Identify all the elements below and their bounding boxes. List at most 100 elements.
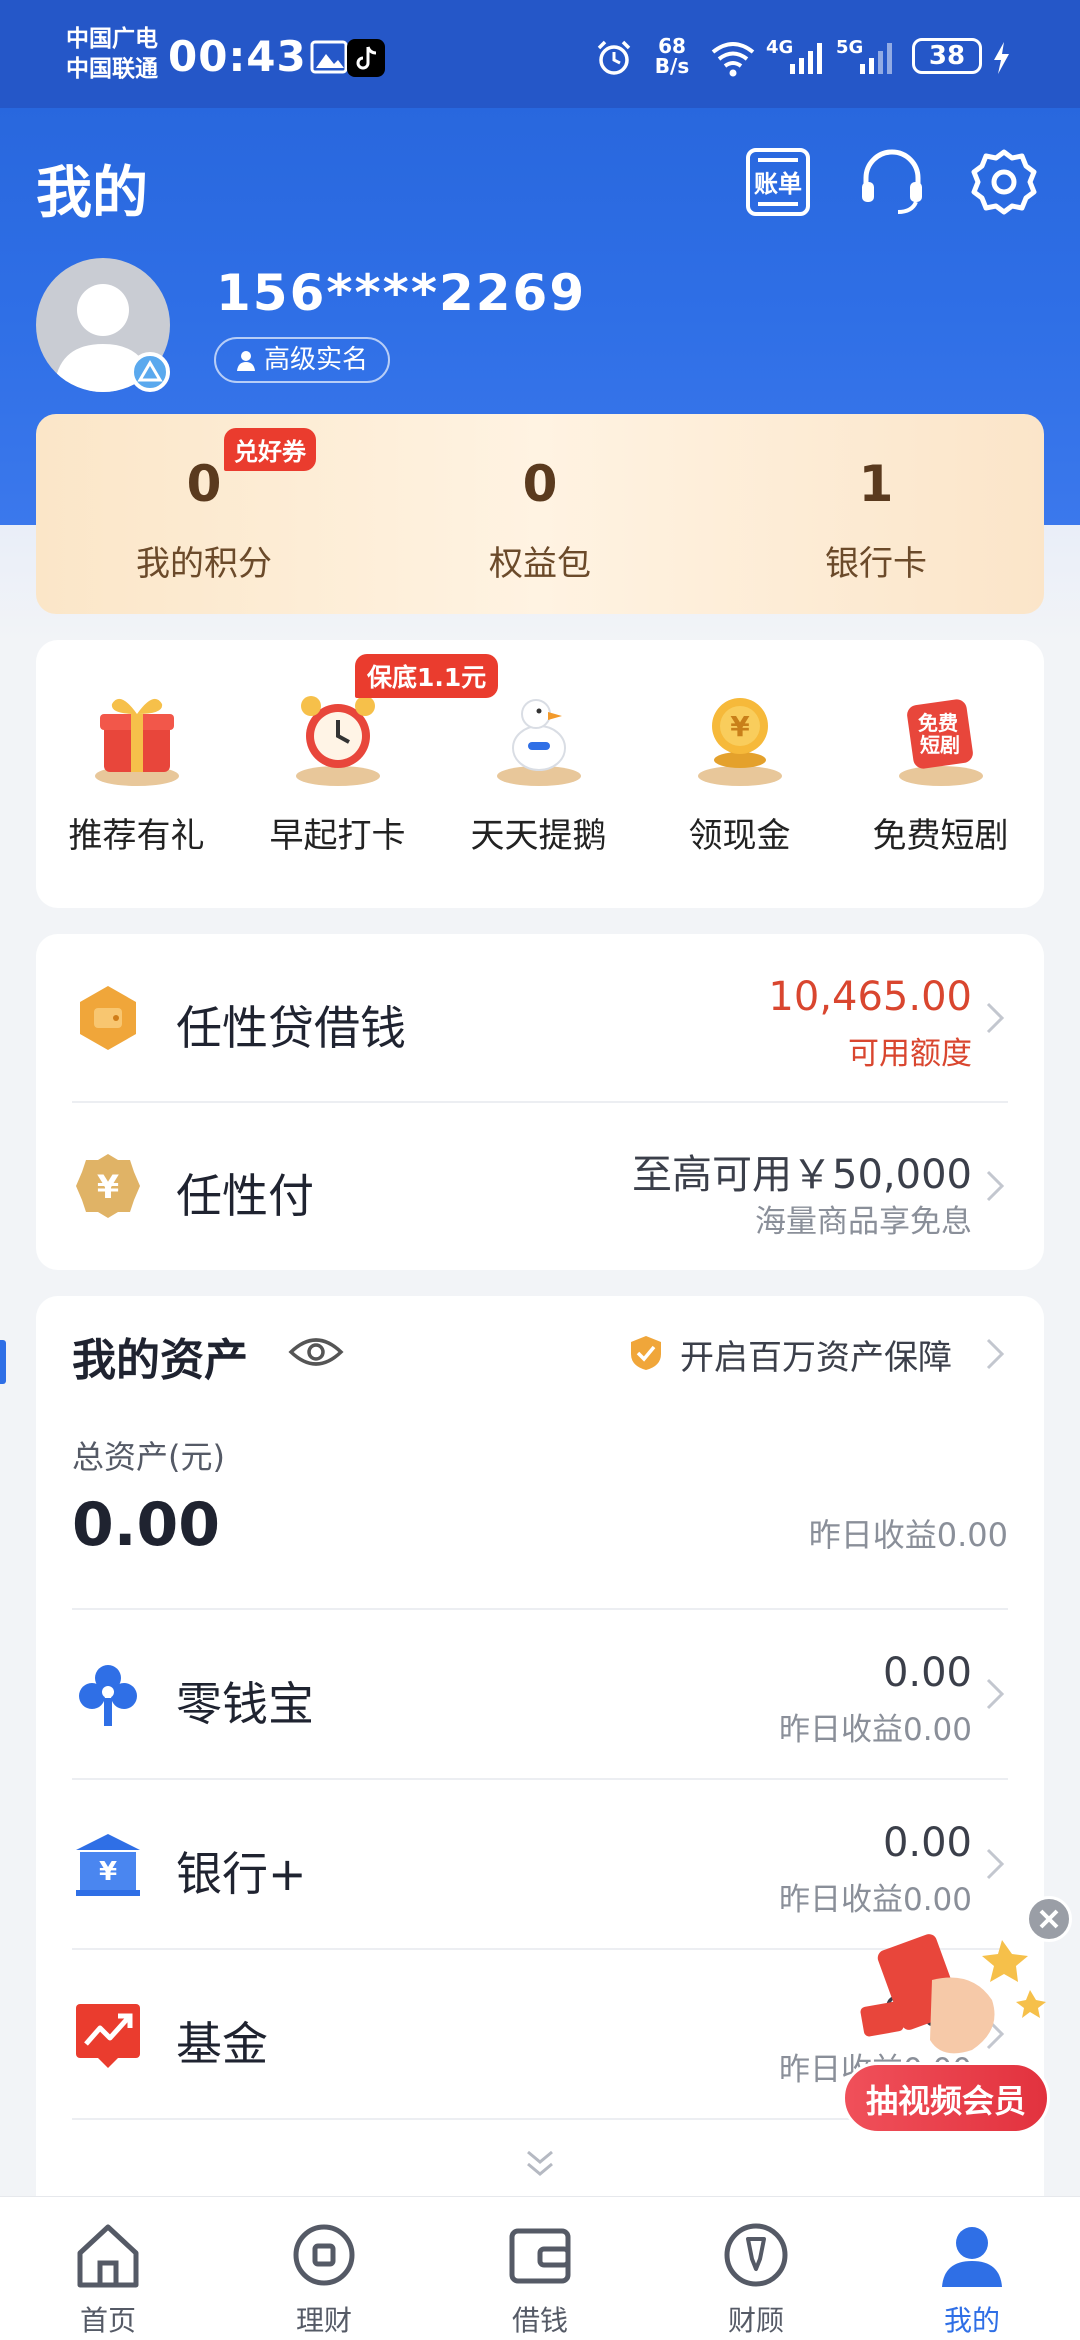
drama-icon-text-2: 短剧 xyxy=(920,733,960,757)
loan-title: 任性贷借钱 xyxy=(176,1001,406,1055)
feature-label: 免费短剧 xyxy=(872,816,1009,856)
svg-text:¥: ¥ xyxy=(730,710,750,743)
chevron-right-icon xyxy=(986,1170,1005,1202)
wifi-icon xyxy=(711,42,755,77)
asset-value: 0.00 xyxy=(882,1650,972,1696)
advisor-icon xyxy=(724,2223,788,2287)
gear-icon xyxy=(971,149,1037,215)
charging-icon xyxy=(994,42,1009,74)
checkin-reward-badge: 保底1.1元 xyxy=(355,654,499,698)
tab-borrow[interactable]: 借钱 xyxy=(432,2219,648,2339)
clover-icon xyxy=(79,1665,137,1726)
feature-checkin[interactable]: 早起打卡 xyxy=(237,680,438,857)
features-card: 推荐有礼 早起打卡 天天提鹅 ¥ 领现金 免费 短剧 免费短剧 xyxy=(36,640,1044,908)
yuan-badge-icon: ¥ xyxy=(76,1154,140,1218)
loan-amount-label: 可用额度 xyxy=(848,1036,972,1072)
asset-earnings: 昨日收益0.00 xyxy=(778,1882,972,1918)
section-indicator xyxy=(0,1340,6,1384)
signal-5g-icon xyxy=(860,43,892,74)
assets-title: 我的资产 xyxy=(72,1335,248,1386)
chevron-right-icon xyxy=(986,1678,1005,1710)
benefits-item[interactable]: 0 权益包 xyxy=(372,454,708,585)
battery-indicator: 38 xyxy=(912,38,982,74)
loan-row-renxingfu[interactable]: ¥ 任性付 至高可用￥50,000 海量商品享免息 xyxy=(36,1102,1044,1270)
eye-icon[interactable] xyxy=(288,1334,344,1370)
asset-protection-label: 开启百万资产保障 xyxy=(680,1338,952,1378)
video-membership-promo-button[interactable]: 抽视频会员 xyxy=(842,2062,1050,2134)
clock: 00:43 xyxy=(168,32,307,81)
asset-title: 零钱宝 xyxy=(176,1677,314,1731)
drama-icon-text: 免费 xyxy=(918,711,958,735)
headset-icon xyxy=(862,149,922,214)
signal-4g-icon xyxy=(790,43,822,74)
status-bar: 中国广电 中国联通 00:43 68 B/s 4G 5G 38 xyxy=(0,0,1080,108)
tab-label: 首页 xyxy=(79,2304,136,2337)
customer-service-button[interactable] xyxy=(856,146,928,218)
goose-icon xyxy=(496,699,581,786)
feature-label: 推荐有礼 xyxy=(68,816,205,856)
loan-title: 任性付 xyxy=(176,1169,314,1223)
points-item[interactable]: 0 我的积分 xyxy=(36,454,372,585)
feature-label: 领现金 xyxy=(688,816,791,856)
asset-row-lingqianbao[interactable]: 零钱宝 0.00 昨日收益0.00 xyxy=(36,1610,1044,1778)
gift-icon xyxy=(94,698,179,786)
carrier-1: 中国广电 xyxy=(66,26,158,52)
svg-text:¥: ¥ xyxy=(99,1857,117,1887)
phone-number[interactable]: 156****2269 xyxy=(216,264,586,322)
promo-close-button[interactable] xyxy=(1026,1896,1072,1942)
carrier-info: 中国广电 中国联通 xyxy=(66,24,158,84)
chevron-right-icon xyxy=(986,1848,1005,1880)
asset-protection-link[interactable]: 开启百万资产保障 xyxy=(628,1330,1008,1378)
member-level-badge xyxy=(130,352,170,392)
coupon-tag: 兑好券 xyxy=(224,428,316,471)
tab-advisor[interactable]: 财顾 xyxy=(648,2219,864,2339)
tab-label: 借钱 xyxy=(511,2304,568,2337)
chevron-right-icon xyxy=(986,1338,1005,1370)
page-title: 我的 xyxy=(36,161,148,226)
feature-cash[interactable]: ¥ 领现金 xyxy=(639,680,840,857)
net-speed-unit: B/s xyxy=(654,54,690,78)
loans-card: 任性贷借钱 10,465.00 可用额度 ¥ 任性付 至高可用￥50,000 海… xyxy=(36,934,1044,1270)
fund-trend-icon xyxy=(76,2004,140,2068)
alarm-icon xyxy=(597,40,631,75)
bill-button[interactable]: 账单 xyxy=(742,146,814,218)
feature-goose[interactable]: 天天提鹅 xyxy=(438,680,639,857)
home-icon xyxy=(77,2224,139,2288)
net-speed: 68 B/s xyxy=(650,36,694,76)
expand-more-icon[interactable] xyxy=(522,2146,558,2182)
bank-card-label: 银行卡 xyxy=(825,544,927,584)
tab-label: 我的 xyxy=(943,2304,1000,2337)
loan-limit: 至高可用￥50,000 xyxy=(632,1152,972,1198)
profile-icon xyxy=(942,2227,1002,2287)
tab-finance[interactable]: 理财 xyxy=(216,2219,432,2339)
loan-row-renxingdai[interactable]: 任性贷借钱 10,465.00 可用额度 xyxy=(36,934,1044,1102)
bank-card-item[interactable]: 1 银行卡 xyxy=(708,454,1044,585)
bill-icon: 账单 xyxy=(746,148,810,216)
finance-icon xyxy=(293,2224,355,2286)
yesterday-earnings: 昨日收益0.00 xyxy=(808,1516,1008,1554)
triangle-level-icon xyxy=(137,360,163,382)
benefits-value: 0 xyxy=(522,455,558,513)
gallery-icon xyxy=(310,40,348,74)
bottom-tab-bar: 首页 理财 借钱 财顾 我的 xyxy=(0,2196,1080,2340)
wallet-tab-icon xyxy=(509,2228,571,2284)
tab-home[interactable]: 首页 xyxy=(0,2219,216,2339)
close-icon xyxy=(1039,1909,1059,1929)
feature-label: 天天提鹅 xyxy=(470,816,607,856)
loan-promo: 海量商品享免息 xyxy=(755,1204,972,1240)
settings-button[interactable] xyxy=(968,146,1040,218)
points-card: 0 我的积分 兑好券 0 权益包 1 银行卡 xyxy=(36,414,1044,614)
tiktok-icon xyxy=(347,39,385,77)
bill-label: 账单 xyxy=(754,170,802,198)
points-value: 0 xyxy=(186,455,222,513)
feature-drama[interactable]: 免费 短剧 免费短剧 xyxy=(840,680,1041,857)
tab-label: 理财 xyxy=(295,2304,352,2337)
bank-card-value: 1 xyxy=(858,455,894,513)
bank-icon: ¥ xyxy=(76,1834,140,1896)
wallet-icon xyxy=(80,986,136,1050)
verification-label: 高级实名 xyxy=(264,345,369,375)
asset-earnings: 昨日收益0.00 xyxy=(778,1712,972,1748)
verification-badge[interactable]: 高级实名 xyxy=(214,337,391,383)
feature-referral[interactable]: 推荐有礼 xyxy=(36,680,237,857)
tab-profile[interactable]: 我的 xyxy=(864,2219,1080,2339)
